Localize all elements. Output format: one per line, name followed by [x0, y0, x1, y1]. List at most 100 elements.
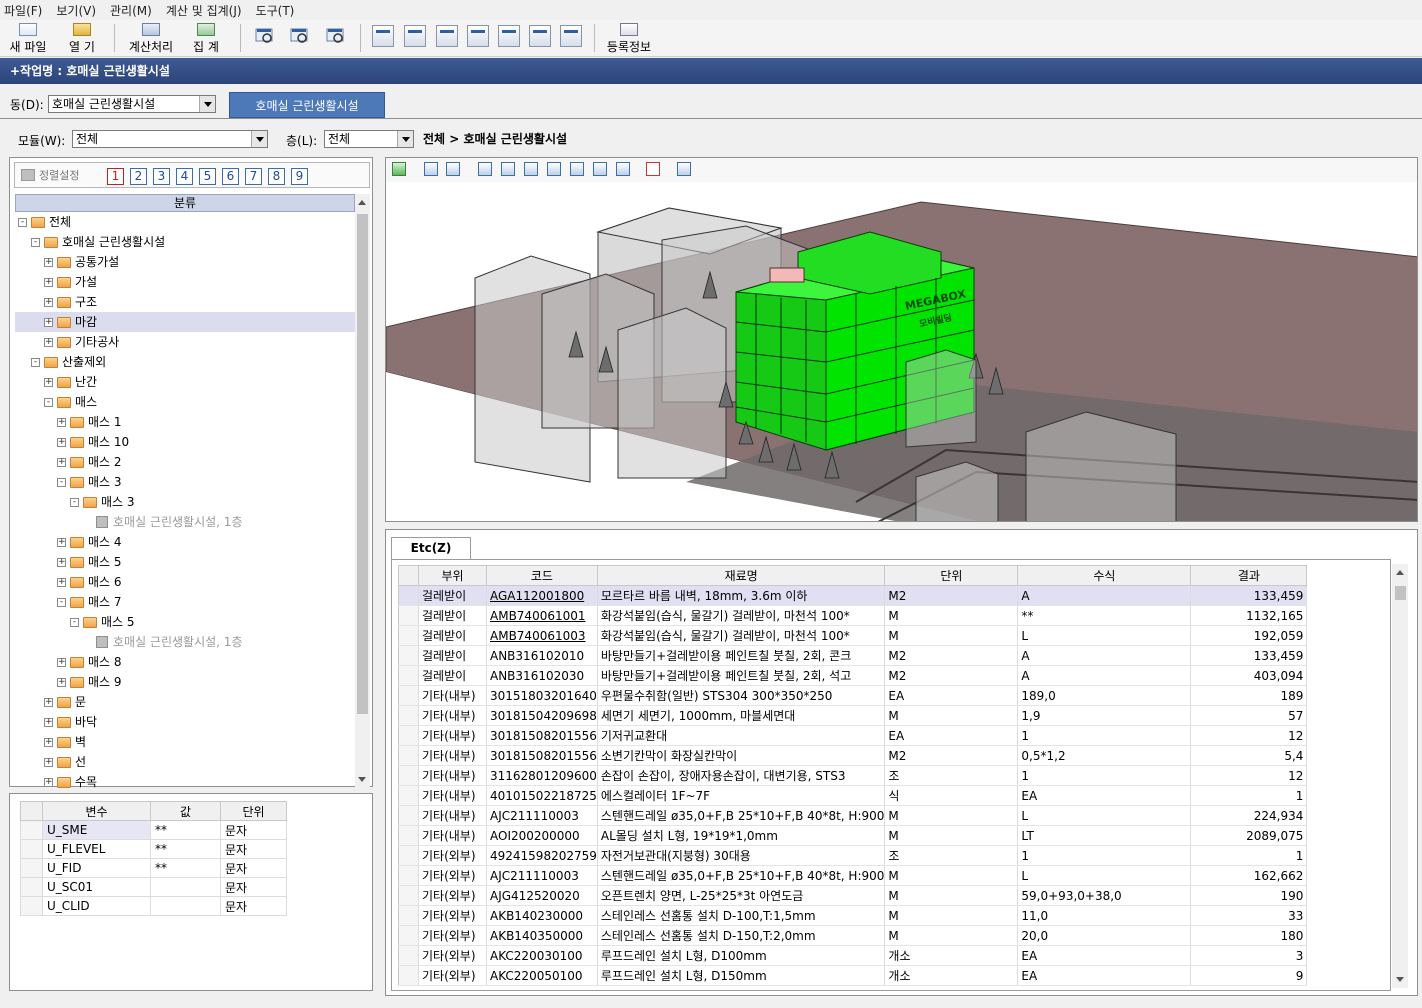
menu-manage[interactable]: 관리(M)	[110, 2, 152, 19]
table-row[interactable]: 기타(내부) 40101502218725 에스컬레이터 1F~7F 식 EA 1	[398, 785, 1308, 806]
table-row[interactable]: 기타(외부) AKB140350000 스테인레스 선홈통 설치 D-150,T:2…	[398, 925, 1308, 946]
tree-node[interactable]: - 매스	[15, 392, 355, 412]
expand-icon[interactable]: +	[57, 537, 66, 547]
menu-tools[interactable]: 도구(T)	[256, 2, 295, 19]
tree-node[interactable]: + 선	[15, 752, 355, 772]
tree-node[interactable]: + 바닥	[15, 712, 355, 732]
table-row[interactable]: 기타(내부) AOI200200000 AL몰딩 설치 L형, 19*19*1,0m…	[398, 825, 1308, 846]
scroll-down-icon[interactable]	[358, 777, 366, 782]
variable-row[interactable]: U_SC01 문자	[20, 877, 287, 897]
layout-icon-5[interactable]	[529, 25, 551, 47]
list-icon[interactable]	[646, 162, 660, 176]
edit-icon[interactable]	[498, 25, 520, 47]
tree-node[interactable]: - 매스 7	[15, 592, 355, 612]
table-row[interactable]: 기타(외부) AKC220030100 루프드레인 설치 L형, D100mm 개소 E…	[398, 945, 1308, 966]
table-row[interactable]: 걸레받이 AGA112001800 모르타르 바름 내벽, 18mm, 3.6m 이…	[398, 585, 1308, 606]
table-row[interactable]: 기타(외부) 49241598202759 자전거보관대(지붕형) 30대용 조 1 1	[398, 845, 1308, 866]
tree-node[interactable]: + 문	[15, 692, 355, 712]
table-row[interactable]: 기타(외부) AJC211110003 스텐핸드레일 ø35,0+F,B 25*10…	[398, 865, 1308, 886]
tree-node[interactable]: + 매스 2	[15, 452, 355, 472]
registration-info-button[interactable]: 등록정보	[602, 22, 656, 55]
expand-icon[interactable]: +	[57, 417, 66, 427]
table-row[interactable]: 기타(내부) 31162801209600 손잡이 손잡이, 장애자용손잡이, 대변…	[398, 765, 1308, 786]
table-row[interactable]: 기타(내부) 30181504209698 세면기 세면기, 1000mm, 마블세…	[398, 705, 1308, 726]
layout-icon-2[interactable]	[404, 25, 426, 47]
orbit-icon[interactable]	[424, 162, 438, 176]
tree-node[interactable]: + 공통가설	[15, 252, 355, 272]
collapse-icon[interactable]: -	[31, 357, 40, 367]
tree-node[interactable]: + 매스 5	[15, 552, 355, 572]
expand-icon[interactable]: +	[44, 317, 53, 327]
model-3d-view[interactable]: MEGABOX 모비빌딩	[385, 157, 1418, 522]
tree-node[interactable]: - 산출제외	[15, 352, 355, 372]
tree-node[interactable]: 호매실 근린생활시설, 1층	[15, 512, 355, 532]
view-cube-iso-icon[interactable]	[616, 162, 630, 176]
expand-icon[interactable]: +	[44, 297, 53, 307]
tree-scrollbar[interactable]	[355, 194, 370, 788]
sort-settings-button[interactable]: 정렬설정	[21, 167, 79, 183]
sort-level-8[interactable]: 8	[268, 168, 285, 185]
col-formula[interactable]: 수식	[1017, 565, 1192, 586]
scroll-thumb[interactable]	[1395, 586, 1406, 600]
collapse-icon[interactable]: -	[70, 497, 79, 507]
layout-icon-3[interactable]	[436, 25, 458, 47]
sort-level-9[interactable]: 9	[291, 168, 308, 185]
tree-node[interactable]: - 전체	[15, 212, 355, 232]
tree-node[interactable]: + 난간	[15, 372, 355, 392]
module-select[interactable]: 전체	[72, 130, 268, 148]
open-button[interactable]: 열 기	[60, 22, 104, 55]
tree-node[interactable]: - 호매실 근린생활시설	[15, 232, 355, 252]
view-cube-right-icon[interactable]	[547, 162, 561, 176]
table-row[interactable]: 걸레받이 ANB316102030 바탕만들기+걸레받이용 페인트칠 붓칠, 2회,…	[398, 665, 1308, 686]
tab-building[interactable]: 호매실 근린생활시설	[229, 92, 385, 118]
model-icon[interactable]	[392, 162, 406, 176]
tree-node[interactable]: + 기타공사	[15, 332, 355, 352]
sort-level-4[interactable]: 4	[176, 168, 193, 185]
expand-icon[interactable]: +	[44, 757, 53, 767]
tree-node[interactable]: + 마감	[15, 312, 355, 332]
table-row[interactable]: 기타(외부) AKB140230000 스테인레스 선홈통 설치 D-100,T:1…	[398, 905, 1308, 926]
collapse-icon[interactable]: -	[31, 237, 40, 247]
layout-icon-4[interactable]	[467, 25, 489, 47]
tree-node[interactable]: + 매스 8	[15, 652, 355, 672]
table-row[interactable]: 기타(내부) 30151803201640 우편물수취함(일반) STS304 30…	[398, 685, 1308, 706]
tree-node[interactable]: - 매스 5	[15, 612, 355, 632]
variable-row[interactable]: U_SME ** 문자	[20, 820, 287, 840]
table-row[interactable]: 걸레받이 ANB316102010 바탕만들기+걸레받이용 페인트칠 붓칠, 2회,…	[398, 645, 1308, 666]
tree-node[interactable]: + 매스 10	[15, 432, 355, 452]
floor-select[interactable]: 전체	[324, 130, 414, 148]
collapse-icon[interactable]: -	[44, 397, 53, 407]
expand-icon[interactable]: +	[44, 337, 53, 347]
table-row[interactable]: 기타(외부) AJG412520020 오픈트렌치 양면, L-25*25*3t 아…	[398, 885, 1308, 906]
tree-node[interactable]: + 매스 1	[15, 412, 355, 432]
tree-node[interactable]: + 벽	[15, 732, 355, 752]
collapse-icon[interactable]: -	[57, 477, 66, 487]
menu-calc[interactable]: 계산 및 집계(J)	[166, 2, 242, 19]
expand-icon[interactable]: +	[57, 677, 66, 687]
expand-icon[interactable]: +	[57, 577, 66, 587]
sort-level-3[interactable]: 3	[153, 168, 170, 185]
data-scrollbar[interactable]	[1392, 564, 1408, 988]
tree-node[interactable]: 호매실 근린생활시설, 1층	[15, 632, 355, 652]
zoom-icon[interactable]	[254, 25, 276, 47]
view-cube-bottom-icon[interactable]	[593, 162, 607, 176]
col-material[interactable]: 재료명	[596, 565, 886, 586]
sort-level-1[interactable]: 1	[107, 168, 124, 185]
tree-node[interactable]: + 가설	[15, 272, 355, 292]
new-file-button[interactable]: 새 파일	[6, 22, 50, 55]
zoom-out-icon[interactable]	[325, 25, 347, 47]
tree-node[interactable]: - 매스 3	[15, 492, 355, 512]
scroll-up-icon[interactable]	[358, 200, 366, 205]
variable-row[interactable]: U_FID ** 문자	[20, 858, 287, 878]
table-row[interactable]: 기타(내부) AJC211110003 스텐핸드레일 ø35,0+F,B 25*10…	[398, 805, 1308, 826]
expand-icon[interactable]: +	[57, 557, 66, 567]
table-row[interactable]: 걸레받이 AMB740061003 화강석붙임(습식, 물갈기) 걸레받이, 마천석…	[398, 625, 1308, 646]
select-icon[interactable]	[446, 162, 460, 176]
zoom-in-icon[interactable]	[289, 25, 311, 47]
col-code[interactable]: 코드	[486, 565, 598, 586]
sort-level-6[interactable]: 6	[222, 168, 239, 185]
view-cube-top-icon[interactable]	[570, 162, 584, 176]
tab-etc[interactable]: Etc(Z)	[391, 537, 471, 559]
sort-level-7[interactable]: 7	[245, 168, 262, 185]
view-cube-front-icon[interactable]	[478, 162, 492, 176]
